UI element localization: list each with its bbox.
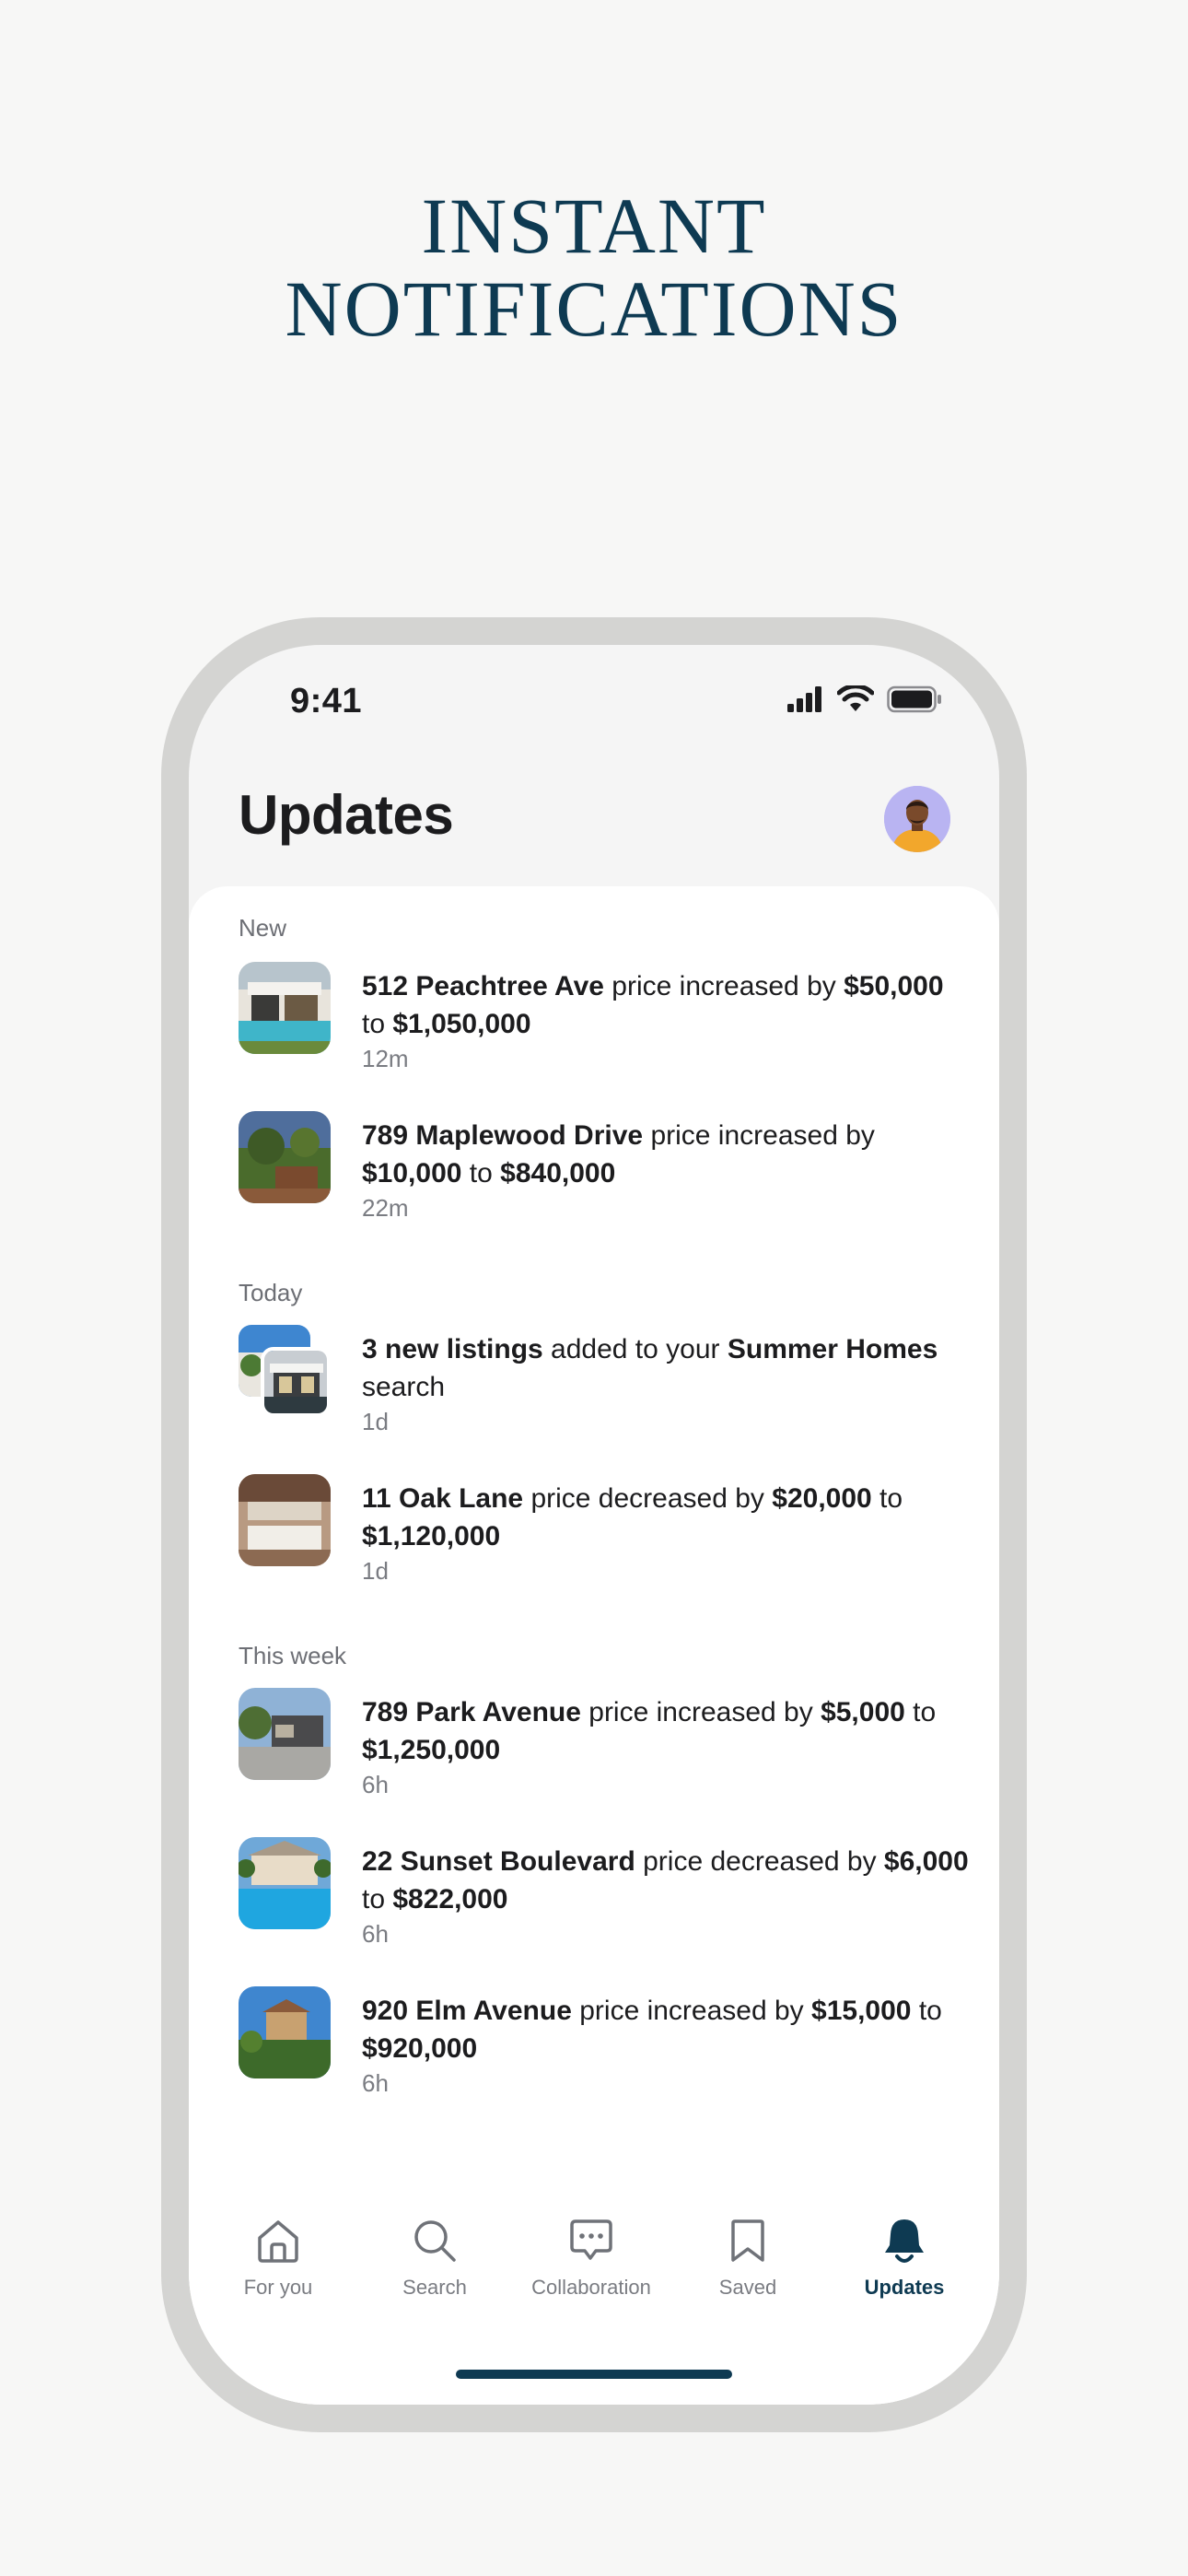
notification-text: 920 Elm Avenue price increased by $15,00… (362, 1992, 970, 2067)
notification-text-emphasis: $50,000 (844, 971, 944, 1001)
notification-time: 1d (362, 1557, 389, 1585)
notification-text-fragment: search (362, 1372, 446, 1402)
notification-text-emphasis: $840,000 (500, 1158, 616, 1188)
notification-text-fragment: price increased by (571, 1996, 812, 2026)
marketing-headline: INSTANT NOTIFICATIONS (0, 184, 1188, 350)
notification-text-emphasis: $1,250,000 (362, 1735, 501, 1765)
notification-text: 22 Sunset Boulevard price decreased by $… (362, 1843, 970, 1918)
notification-text-emphasis: 3 new listings (362, 1334, 543, 1364)
notification-time: 6h (362, 1920, 389, 1948)
property-thumbnail (239, 1986, 331, 2078)
notification-text-fragment: price decreased by (523, 1483, 773, 1514)
tab-collaboration[interactable]: Collaboration (513, 2213, 670, 2300)
tab-updates[interactable]: Updates (826, 2213, 983, 2300)
listings-thumbnail-stack (239, 1325, 331, 1417)
tab-label: Collaboration (531, 2276, 651, 2299)
notification-text-emphasis: 789 Park Avenue (362, 1697, 581, 1727)
notification-text-emphasis: $1,120,000 (362, 1521, 501, 1551)
notification-text-emphasis: $822,000 (392, 1884, 508, 1914)
tab-for-you[interactable]: For you (200, 2213, 356, 2300)
notification-item[interactable]: 22 Sunset Boulevard price decreased by $… (239, 1837, 969, 1966)
section-header-today: Today (239, 1279, 303, 1306)
notification-item[interactable]: 789 Park Avenue price increased by $5,00… (239, 1688, 966, 1817)
notification-text: 512 Peachtree Ave price increased by $50… (362, 967, 970, 1043)
notification-text-emphasis: 22 Sunset Boulevard (362, 1846, 635, 1877)
notification-text-emphasis: 11 Oak Lane (362, 1483, 524, 1514)
notification-time: 22m (362, 1194, 409, 1222)
notification-item[interactable]: 3 new listings added to your Summer Home… (239, 1325, 966, 1454)
tab-label: For you (243, 2276, 313, 2299)
home-indicator (456, 2370, 732, 2379)
status-time: 9:41 (290, 682, 363, 720)
property-thumbnail (239, 962, 331, 1054)
notification-item[interactable]: 11 Oak Lane price decreased by $20,000 t… (239, 1474, 966, 1603)
property-thumbnail (239, 1474, 331, 1566)
section-header-this-week: This week (239, 1642, 347, 1669)
bell-icon (826, 2213, 983, 2268)
notification-text: 789 Park Avenue price increased by $5,00… (362, 1693, 970, 1769)
status-bar: 9:41 (189, 682, 999, 728)
notification-text: 789 Maplewood Drive price increased by $… (362, 1117, 970, 1192)
tab-saved[interactable]: Saved (670, 2213, 826, 2300)
page-title: Updates (239, 784, 454, 846)
notification-text-fragment: to (461, 1158, 501, 1188)
wifi-icon (836, 684, 875, 718)
notification-text-fragment: price increased by (643, 1120, 875, 1151)
chat-icon (513, 2213, 670, 2268)
notification-text-emphasis: $15,000 (811, 1996, 912, 2026)
notification-text-emphasis: $6,000 (883, 1846, 969, 1877)
notification-time: 1d (362, 1408, 389, 1435)
status-icons (787, 684, 942, 718)
notification-text-fragment: price decreased by (635, 1846, 884, 1877)
notification-text-emphasis: Summer Homes (727, 1334, 938, 1364)
notification-text-fragment: price increased by (580, 1697, 821, 1727)
notification-item[interactable]: 789 Maplewood Drive price increased by $… (239, 1111, 966, 1240)
notification-text-emphasis: $5,000 (821, 1697, 905, 1727)
notification-text-emphasis: $20,000 (772, 1483, 872, 1514)
search-icon (356, 2213, 513, 2268)
headline-line-1: INSTANT (421, 181, 767, 270)
notification-text-emphasis: $1,050,000 (392, 1009, 531, 1039)
notification-text-emphasis: $10,000 (362, 1158, 462, 1188)
property-thumbnail (239, 1837, 331, 1929)
notification-time: 6h (362, 2069, 389, 2097)
bookmark-icon (670, 2213, 826, 2268)
notification-text: 11 Oak Lane price decreased by $20,000 t… (362, 1480, 970, 1555)
notification-text-emphasis: 512 Peachtree Ave (362, 971, 604, 1001)
tab-label: Saved (718, 2276, 777, 2299)
property-thumbnail (239, 1111, 331, 1203)
section-header-new: New (239, 914, 287, 942)
notification-text-fragment: to (362, 1009, 393, 1039)
tab-bar: For you Search Collaboration Saved Updat… (189, 2165, 999, 2405)
property-thumbnail (261, 1347, 331, 1417)
notification-text-fragment: price increased by (603, 971, 844, 1001)
notification-text-fragment: to (871, 1483, 903, 1514)
notification-text-fragment: to (904, 1697, 937, 1727)
notification-time: 12m (362, 1045, 409, 1072)
home-icon (200, 2213, 356, 2268)
notification-time: 6h (362, 1771, 389, 1798)
notification-item[interactable]: 920 Elm Avenue price increased by $15,00… (239, 1986, 966, 2115)
user-avatar[interactable] (884, 786, 950, 852)
notification-text-fragment: to (911, 1996, 942, 2026)
notification-text-emphasis: $920,000 (362, 2033, 478, 2064)
battery-icon (887, 685, 942, 718)
notification-text-emphasis: 920 Elm Avenue (362, 1996, 572, 2026)
tab-search[interactable]: Search (356, 2213, 513, 2300)
headline-line-2: NOTIFICATIONS (285, 264, 903, 353)
property-thumbnail (239, 1688, 331, 1780)
tab-label: Updates (864, 2276, 945, 2299)
notification-text-emphasis: 789 Maplewood Drive (362, 1120, 644, 1151)
notification-text-fragment: to (362, 1884, 393, 1914)
notification-text-fragment: added to your (542, 1334, 728, 1364)
notification-item[interactable]: 512 Peachtree Ave price increased by $50… (239, 962, 966, 1091)
tab-label: Search (402, 2276, 467, 2299)
cellular-signal-icon (787, 686, 824, 717)
phone-screen: 9:41 Updates New 512 Peachtree Ave price… (189, 645, 999, 2405)
notification-text: 3 new listings added to your Summer Home… (362, 1330, 970, 1406)
